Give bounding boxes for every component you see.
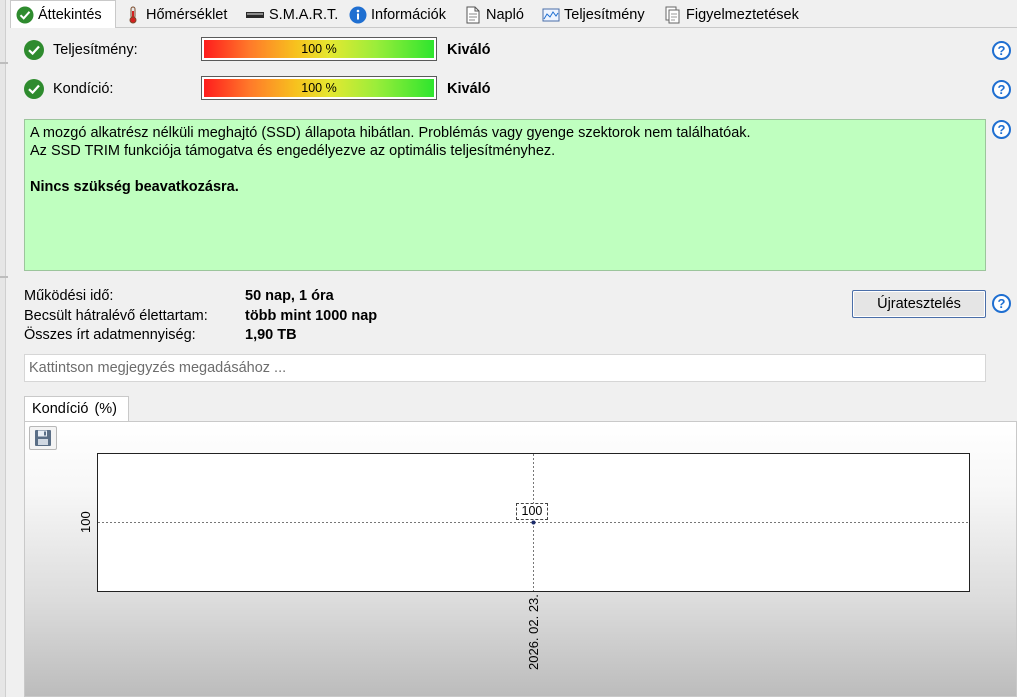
tab-bar: Áttekintés Hőmérséklet S.M.A.R.T. Inform… [10,0,1017,29]
performance-ok-icon [24,40,44,60]
tab-overview[interactable]: Áttekintés [10,0,116,29]
written-label: Összes írt adatmennyiség: [24,327,196,343]
chart-data-label: 100 [515,502,549,520]
tab-label: Teljesítmény [564,7,645,23]
status-message-line: Az SSD TRIM funkciója támogatva és enged… [30,143,556,159]
lifetime-label: Becsült hátralévő élettartam: [24,308,208,324]
left-edge-tick [0,276,8,278]
document-icon [464,6,482,24]
condition-label: Kondíció: [53,81,114,97]
tab-label: S.M.A.R.T. [269,7,339,23]
chart-panel: 100 2026. 02. 23. 100 [24,421,1017,697]
chart-tab-label: Kondíció [32,401,89,417]
performance-chart-icon [542,6,560,24]
tab-label: Figyelmeztetések [686,7,799,23]
status-message-box: A mozgó alkatrész nélküli meghajtó (SSD)… [24,119,986,271]
chart-x-tick-label: 2026. 02. 23. [525,594,541,670]
tab-label: Napló [486,7,524,23]
condition-bar: 100 % [201,76,437,100]
condition-ok-icon [24,79,44,99]
retest-button[interactable]: Újratesztelés [852,290,986,318]
floppy-disk-icon [34,429,52,447]
note-input[interactable]: Kattintson megjegyzés megadásához ... [24,354,986,382]
retest-help-icon[interactable]: ? [992,294,1011,313]
performance-grade: Kiváló [447,42,491,58]
chart-plot-area [97,453,970,592]
info-icon [349,6,367,24]
thermometer-icon [124,6,142,24]
message-help-icon[interactable]: ? [992,120,1011,139]
tab-label: Hőmérséklet [146,7,228,23]
overview-page: Teljesítmény: 100 % Kiváló ? Kondíció: 1… [10,28,1017,697]
lifetime-value: több mint 1000 nap [245,308,378,324]
chart-data-point [531,520,536,525]
left-edge-strip [0,0,6,697]
chart-svg [98,454,969,591]
uptime-value: 50 nap, 1 óra [245,288,334,304]
performance-bar-value: 100 % [301,42,337,56]
condition-help-icon[interactable]: ? [992,80,1011,99]
save-chart-button[interactable] [29,426,57,450]
condition-bar-value: 100 % [301,81,337,95]
alerts-icon [664,6,682,24]
chart-tab-condition[interactable]: Kondíció (%) [24,396,129,422]
chart-y-tick-label: 100 [78,510,93,533]
status-message-conclusion: Nincs szükség beavatkozásra. [30,179,239,195]
check-circle-icon [16,6,34,24]
tab-performance[interactable]: Teljesítmény [536,2,656,28]
tab-label: Áttekintés [38,6,102,23]
chart-tab-unit: (%) [94,401,117,417]
performance-label: Teljesítmény: [53,42,138,58]
tab-alerts[interactable]: Figyelmeztetések [658,2,806,28]
tab-label: Információk [371,7,446,23]
tab-smart[interactable]: S.M.A.R.T. [239,2,341,28]
drive-icon [245,6,265,24]
written-value: 1,90 TB [245,327,297,343]
performance-bar: 100 % [201,37,437,61]
left-edge-tick [0,62,8,64]
tab-log[interactable]: Napló [458,2,534,28]
uptime-label: Működési idő: [24,288,114,304]
performance-help-icon[interactable]: ? [992,41,1011,60]
condition-grade: Kiváló [447,81,491,97]
tab-information[interactable]: Információk [343,2,456,28]
tab-temperature[interactable]: Hőmérséklet [118,2,236,28]
status-message-line: A mozgó alkatrész nélküli meghajtó (SSD)… [30,125,751,141]
